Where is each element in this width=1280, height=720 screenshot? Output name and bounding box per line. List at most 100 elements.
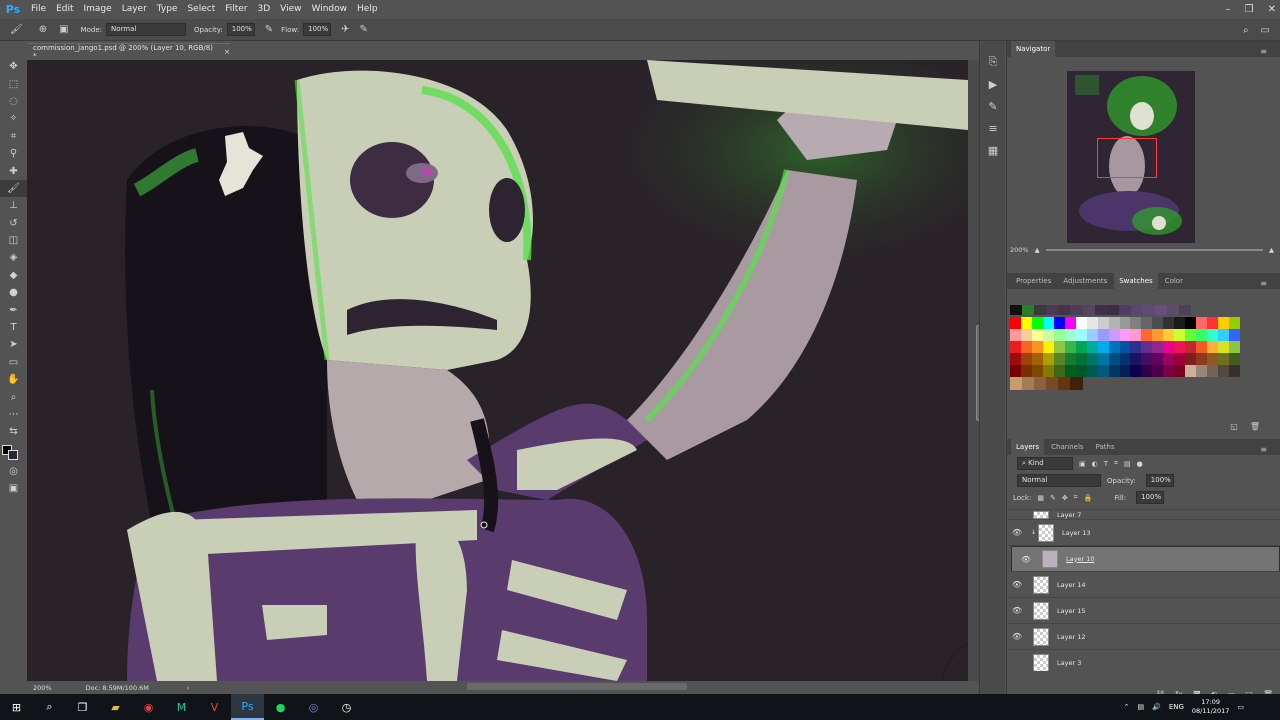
- tab-color[interactable]: Color: [1160, 273, 1188, 289]
- swatch-cell[interactable]: [1086, 365, 1098, 378]
- swatch-cell[interactable]: [1042, 341, 1054, 354]
- swatch-cell[interactable]: [1031, 317, 1043, 330]
- swatch-cell[interactable]: [1010, 329, 1021, 342]
- pen-tool-icon[interactable]: ✒: [0, 301, 27, 318]
- swatch-cell[interactable]: [1179, 305, 1192, 315]
- task-view-icon[interactable]: ❐: [66, 694, 99, 720]
- status-arrow[interactable]: ›: [187, 684, 190, 692]
- swatch-cell[interactable]: [1118, 305, 1131, 315]
- filter-type-icon[interactable]: T: [1104, 460, 1108, 468]
- swatch-cell[interactable]: [1010, 317, 1021, 330]
- swatch-cell[interactable]: [1119, 353, 1131, 366]
- swatch-cell[interactable]: [1042, 317, 1054, 330]
- minimize-icon[interactable]: –: [1226, 4, 1231, 15]
- marquee-tool-icon[interactable]: ⬚: [0, 75, 27, 92]
- vertical-scrollbar[interactable]: [968, 60, 982, 681]
- rectangle-tool-icon[interactable]: ▭: [0, 354, 27, 371]
- swatch-cell[interactable]: [1130, 329, 1142, 342]
- swatch-cell[interactable]: [1130, 365, 1142, 378]
- menu-image[interactable]: Image: [79, 0, 117, 19]
- swatch-cell[interactable]: [1152, 365, 1164, 378]
- eye-icon[interactable]: 👁: [1007, 580, 1027, 589]
- swatch-cell[interactable]: [1064, 341, 1076, 354]
- swatch-cell[interactable]: [1031, 329, 1043, 342]
- path-select-icon[interactable]: ➤: [0, 336, 27, 353]
- lock-all-icon[interactable]: 🔒: [1084, 494, 1093, 502]
- opacity-input[interactable]: 100%: [226, 23, 255, 36]
- swatch-cell[interactable]: [1185, 353, 1197, 366]
- swatch-cell[interactable]: [1119, 341, 1131, 354]
- swatch-cell[interactable]: [1097, 329, 1109, 342]
- file-explorer-icon[interactable]: ▰: [99, 694, 132, 720]
- swatch-cell[interactable]: [1010, 377, 1023, 390]
- navigator-zoom-value[interactable]: 200%: [1010, 246, 1029, 254]
- brush-preset-icon[interactable]: ⊕: [39, 24, 47, 35]
- navigator-thumbnail[interactable]: [1067, 71, 1195, 243]
- swatch-cell[interactable]: [1086, 317, 1098, 330]
- eye-icon[interactable]: 👁: [1016, 554, 1036, 565]
- crop-tool-icon[interactable]: ⌗: [0, 128, 27, 145]
- swatch-cell[interactable]: [1097, 365, 1109, 378]
- swatch-cell[interactable]: [1196, 329, 1208, 342]
- swatch-cell[interactable]: [1196, 365, 1208, 378]
- swatch-cell[interactable]: [1185, 365, 1197, 378]
- type-tool-icon[interactable]: T: [0, 319, 27, 336]
- swatch-cell[interactable]: [1086, 341, 1098, 354]
- tab-paths[interactable]: Paths: [1091, 439, 1120, 455]
- swatch-cell[interactable]: [1020, 329, 1032, 342]
- lock-transparent-icon[interactable]: ▦: [1037, 494, 1044, 502]
- swatch-cell[interactable]: [1229, 341, 1241, 354]
- swatch-cell[interactable]: [1075, 329, 1087, 342]
- zoom-tool-icon[interactable]: ⌕: [0, 388, 27, 405]
- swatch-cell[interactable]: [1031, 341, 1043, 354]
- document-tab[interactable]: commission_jango1.psd @ 200% (Layer 10, …: [27, 43, 230, 60]
- swatch-cell[interactable]: [1155, 305, 1168, 315]
- pressure-size-icon[interactable]: ✎: [360, 24, 368, 35]
- hand-tool-icon[interactable]: ✋: [0, 371, 27, 388]
- swatch-cell[interactable]: [1031, 365, 1043, 378]
- swatch-cell[interactable]: [1106, 305, 1119, 315]
- swatch-cell[interactable]: [1108, 353, 1120, 366]
- swatch-cell[interactable]: [1058, 377, 1071, 390]
- blend-mode-select[interactable]: Normal: [1017, 474, 1101, 487]
- swatch-cell[interactable]: [1010, 341, 1021, 354]
- swatch-cell[interactable]: [1020, 317, 1032, 330]
- swatch-cell[interactable]: [1163, 365, 1175, 378]
- swatch-cell[interactable]: [1218, 341, 1230, 354]
- swatch-cell[interactable]: [1185, 317, 1197, 330]
- swatch-cell[interactable]: [1218, 353, 1230, 366]
- swatch-cell[interactable]: [1075, 365, 1087, 378]
- swatch-cell[interactable]: [1196, 341, 1208, 354]
- swatch-cell[interactable]: [1042, 353, 1054, 366]
- swatch-cell[interactable]: [1130, 317, 1142, 330]
- menu-file[interactable]: File: [26, 0, 51, 19]
- menu-window[interactable]: Window: [307, 0, 353, 19]
- menu-select[interactable]: Select: [182, 0, 220, 19]
- swatch-cell[interactable]: [1108, 317, 1120, 330]
- network-icon[interactable]: ▤: [1137, 703, 1144, 711]
- swatch-cell[interactable]: [1174, 365, 1186, 378]
- menu-view[interactable]: View: [275, 0, 306, 19]
- eye-icon[interactable]: 👁: [1007, 528, 1027, 537]
- swatch-cell[interactable]: [1070, 377, 1083, 390]
- swatch-cell[interactable]: [1218, 317, 1230, 330]
- swatch-cell[interactable]: [1196, 317, 1208, 330]
- volume-icon[interactable]: 🔊: [1152, 703, 1161, 711]
- swatch-cell[interactable]: [1020, 365, 1032, 378]
- eraser-tool-icon[interactable]: ◫: [0, 232, 27, 249]
- close-tab-icon[interactable]: ×: [224, 48, 230, 56]
- brush-tool-icon[interactable]: 🖌: [10, 24, 23, 35]
- filter-toggle-icon[interactable]: ●: [1137, 460, 1143, 468]
- close-icon[interactable]: ✕: [1268, 4, 1276, 15]
- zoom-in-icon[interactable]: ▲: [1269, 246, 1274, 254]
- filter-adjust-icon[interactable]: ◐: [1092, 460, 1098, 468]
- quick-select-tool-icon[interactable]: ✧: [0, 110, 27, 127]
- eye-icon[interactable]: 👁: [1007, 606, 1027, 615]
- swatch-cell[interactable]: [1070, 305, 1083, 315]
- layer-row-selected[interactable]: 👁 Layer 10: [1011, 546, 1280, 572]
- stamp-tool-icon[interactable]: ⊥: [0, 197, 27, 214]
- swatch-cell[interactable]: [1020, 353, 1032, 366]
- swatch-cell[interactable]: [1053, 341, 1065, 354]
- tab-adjustments[interactable]: Adjustments: [1058, 273, 1112, 289]
- tab-swatches[interactable]: Swatches: [1114, 273, 1158, 289]
